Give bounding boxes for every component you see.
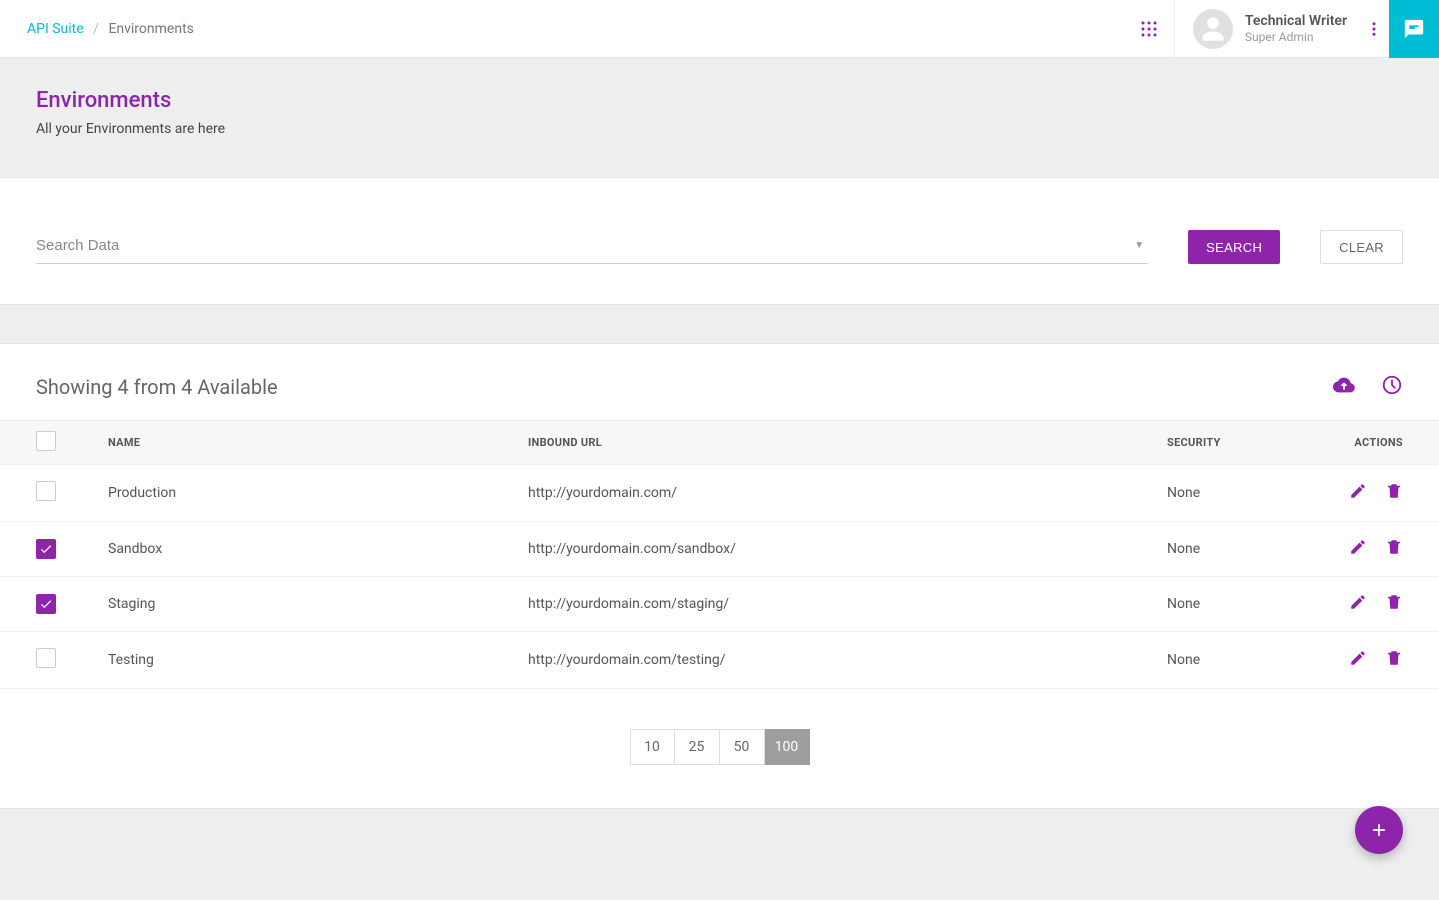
add-fab[interactable] — [1355, 806, 1403, 854]
cell-url: http://yourdomain.com/sandbox/ — [520, 522, 1159, 577]
page-header: Environments All your Environments are h… — [0, 58, 1439, 177]
dropdown-caret-icon[interactable]: ▼ — [1134, 240, 1144, 251]
page-size-10[interactable]: 10 — [630, 729, 675, 765]
user-name: Technical Writer — [1245, 13, 1347, 30]
table-row: Testinghttp://yourdomain.com/testing/Non… — [0, 632, 1439, 689]
cell-security: None — [1159, 632, 1319, 689]
th-name: NAME — [100, 421, 520, 465]
row-actions — [1327, 482, 1403, 504]
cell-url: http://yourdomain.com/staging/ — [520, 577, 1159, 632]
row-checkbox[interactable] — [36, 648, 56, 668]
topbar: API Suite / Environments Technical Write… — [0, 0, 1439, 58]
edit-icon[interactable] — [1349, 482, 1367, 504]
cell-name: Production — [100, 465, 520, 522]
topbar-right: Technical Writer Super Admin — [1125, 0, 1439, 57]
row-actions — [1327, 593, 1403, 615]
page-size-50[interactable]: 50 — [720, 729, 765, 765]
search-button[interactable]: SEARCH — [1188, 230, 1280, 264]
delete-icon[interactable] — [1385, 538, 1403, 560]
cell-name: Testing — [100, 632, 520, 689]
edit-icon[interactable] — [1349, 649, 1367, 671]
edit-icon[interactable] — [1349, 538, 1367, 560]
cell-security: None — [1159, 465, 1319, 522]
clear-button[interactable]: CLEAR — [1320, 230, 1403, 264]
row-actions — [1327, 538, 1403, 560]
results-head: Showing 4 from 4 Available — [0, 374, 1439, 420]
environments-table: NAME INBOUND URL SECURITY ACTIONS Produc… — [0, 420, 1439, 689]
pagination: 102550100 — [0, 729, 1439, 765]
cell-name: Staging — [100, 577, 520, 632]
page-subtitle: All your Environments are here — [36, 121, 1403, 137]
th-security: SECURITY — [1159, 421, 1319, 465]
gap-band — [0, 305, 1439, 343]
apps-icon[interactable] — [1125, 0, 1175, 58]
search-section: ▼ SEARCH CLEAR — [0, 177, 1439, 305]
delete-icon[interactable] — [1385, 593, 1403, 615]
table-row: Productionhttp://yourdomain.com/None — [0, 465, 1439, 522]
row-checkbox[interactable] — [36, 481, 56, 501]
breadcrumb-current: Environments — [108, 21, 193, 37]
user-text: Technical Writer Super Admin — [1245, 13, 1347, 44]
cloud-upload-icon[interactable] — [1333, 374, 1355, 400]
search-input-wrap: ▼ — [36, 228, 1148, 264]
row-checkbox[interactable] — [36, 594, 56, 614]
edit-icon[interactable] — [1349, 593, 1367, 615]
page-size-25[interactable]: 25 — [675, 729, 720, 765]
cell-security: None — [1159, 522, 1319, 577]
user-role: Super Admin — [1245, 30, 1347, 44]
breadcrumb-root-link[interactable]: API Suite — [27, 21, 84, 37]
results-section: Showing 4 from 4 Available NAME INBOUND … — [0, 343, 1439, 815]
results-summary: Showing 4 from 4 Available — [36, 375, 278, 399]
results-actions — [1333, 374, 1403, 400]
table-row: Staginghttp://yourdomain.com/staging/Non… — [0, 577, 1439, 632]
cell-url: http://yourdomain.com/testing/ — [520, 632, 1159, 689]
select-all-checkbox[interactable] — [36, 431, 56, 451]
table-row: Sandboxhttp://yourdomain.com/sandbox/Non… — [0, 522, 1439, 577]
page-size-100[interactable]: 100 — [765, 729, 810, 765]
more-vert-icon[interactable] — [1359, 0, 1389, 58]
chat-button[interactable] — [1389, 0, 1439, 58]
history-icon[interactable] — [1381, 374, 1403, 400]
delete-icon[interactable] — [1385, 482, 1403, 504]
breadcrumb-separator: / — [93, 21, 99, 37]
page-title: Environments — [36, 88, 1403, 113]
row-checkbox[interactable] — [36, 539, 56, 559]
search-input[interactable] — [36, 237, 1148, 254]
cell-name: Sandbox — [100, 522, 520, 577]
th-url: INBOUND URL — [520, 421, 1159, 465]
row-actions — [1327, 649, 1403, 671]
delete-icon[interactable] — [1385, 649, 1403, 671]
cell-security: None — [1159, 577, 1319, 632]
th-actions: ACTIONS — [1319, 421, 1439, 465]
breadcrumb: API Suite / Environments — [27, 21, 194, 37]
bottom-strip — [0, 808, 1439, 900]
user-block: Technical Writer Super Admin — [1175, 9, 1359, 49]
cell-url: http://yourdomain.com/ — [520, 465, 1159, 522]
avatar — [1193, 9, 1233, 49]
